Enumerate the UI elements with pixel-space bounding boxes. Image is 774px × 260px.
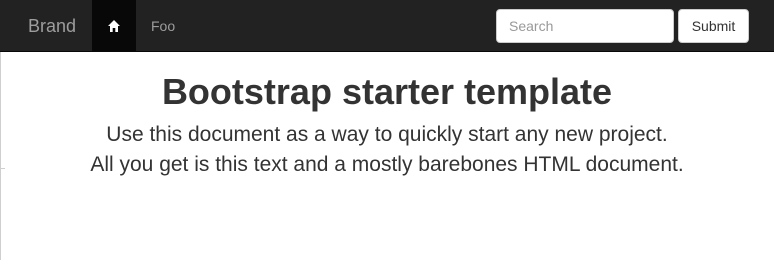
navbar: Brand Foo Submit — [0, 0, 774, 52]
search-input[interactable] — [496, 9, 674, 43]
lead-line-1: Use this document as a way to quickly st… — [106, 123, 668, 146]
page-title: Bootstrap starter template — [161, 71, 613, 112]
nav-item-home[interactable] — [92, 0, 136, 51]
submit-button[interactable]: Submit — [678, 9, 749, 43]
lead-paragraph: Use this document as a way to quickly st… — [0, 120, 774, 180]
starter-template: Bootstrap starter template Use this docu… — [0, 70, 774, 180]
nav-item-foo[interactable]: Foo — [151, 0, 175, 52]
home-icon — [107, 19, 121, 33]
lead-line-2: All you get is this text and a mostly ba… — [90, 153, 684, 176]
brand-link[interactable]: Brand — [28, 0, 76, 52]
